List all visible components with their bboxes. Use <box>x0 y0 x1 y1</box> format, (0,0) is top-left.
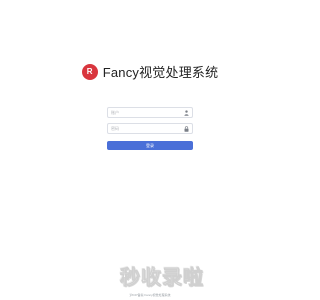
username-input[interactable] <box>111 108 184 117</box>
watermark: 秒收录啦 <box>120 267 204 290</box>
app-title: Fancy视觉处理系统 <box>102 65 219 80</box>
password-input[interactable] <box>111 124 184 133</box>
password-field[interactable] <box>107 123 193 134</box>
brand-logo: R <box>81 63 98 80</box>
user-icon <box>184 109 189 116</box>
lock-icon <box>184 125 189 132</box>
brand-header: R Fancy视觉处理系统 <box>0 62 300 81</box>
username-field[interactable] <box>107 107 193 118</box>
login-button[interactable]: 登录 <box>107 141 193 150</box>
login-page: R Fancy视觉处理系统 登录 秒收录啦 沪ICP备案 Fan <box>0 0 300 300</box>
footer-text: 沪ICP备案 Fancy视觉处理系统 <box>129 293 171 297</box>
